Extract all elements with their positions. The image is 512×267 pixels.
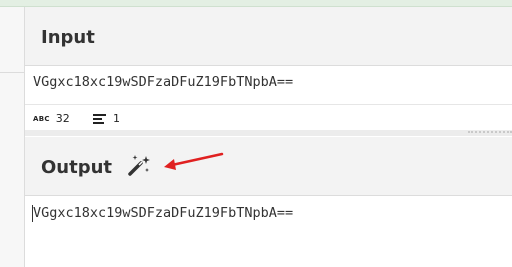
output-title: Output — [41, 157, 113, 178]
char-count-value: 32 — [55, 112, 70, 125]
output-text[interactable]: VGgxc18xc19wSDFzaDFuZ19FbTNpbA== — [33, 205, 293, 221]
input-title: Input — [41, 27, 95, 48]
pane-resizer[interactable] — [25, 130, 512, 136]
left-panel-divider — [0, 72, 24, 73]
top-bar — [0, 0, 512, 7]
red-arrow-annotation — [164, 152, 224, 170]
input-status-bar: abc 32 1 — [25, 104, 512, 131]
input-header: Input — [25, 7, 512, 66]
line-count: 1 — [93, 112, 120, 125]
output-header: Output — [25, 137, 512, 196]
magic-wand-icon[interactable] — [124, 152, 152, 180]
abc-icon: abc — [33, 114, 50, 123]
left-panel-edge — [0, 7, 25, 267]
input-text[interactable]: VGgxc18xc19wSDFzaDFuZ19FbTNpbA== — [33, 74, 293, 90]
char-count: abc 32 — [33, 112, 70, 125]
line-count-value: 1 — [113, 112, 120, 125]
lines-icon — [93, 113, 106, 124]
resize-handle[interactable] — [468, 131, 512, 136]
